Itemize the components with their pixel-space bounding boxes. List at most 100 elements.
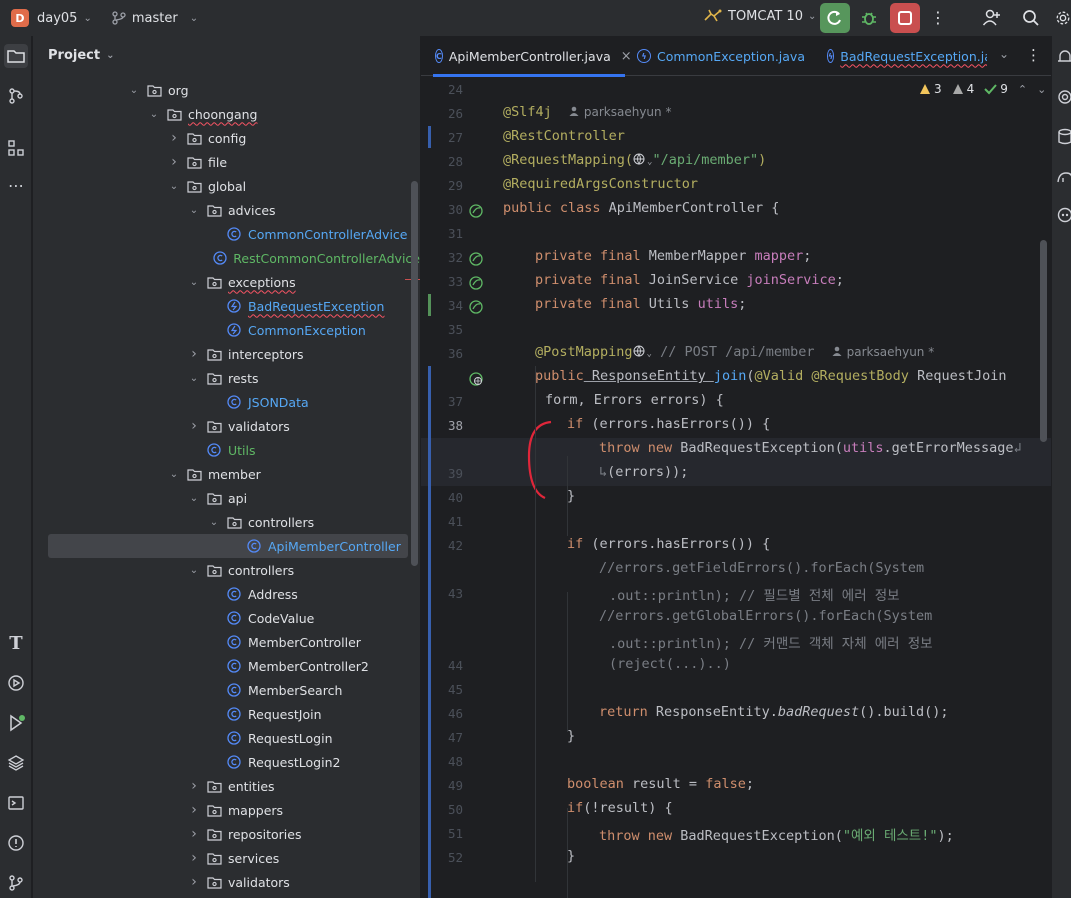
tree-package-row[interactable]: ⌄ global [33, 174, 420, 198]
chevron-up-icon[interactable]: ⌃ [1018, 83, 1027, 96]
tree-class-row[interactable]: ApiMemberController [48, 534, 408, 558]
tree-package-row[interactable]: › entities [33, 774, 420, 798]
vcs-change-marker[interactable] [428, 774, 431, 898]
tree-class-row[interactable]: RequestLogin [33, 726, 420, 750]
chevron-down-icon[interactable]: ⌄ [168, 181, 180, 192]
project-badge[interactable]: D [11, 9, 29, 27]
chevron-down-icon[interactable]: ⌄ [208, 517, 220, 528]
code-line[interactable]: //errors.getGlobalErrors().forEach(Syste… [599, 608, 932, 624]
code-line[interactable]: private final JoinService joinService; [535, 272, 844, 288]
code-line[interactable]: @RestController [503, 128, 625, 144]
more-tools-button[interactable]: ⋯ [4, 174, 28, 198]
rerun-button[interactable] [820, 3, 850, 33]
tree-class-row[interactable]: CodeValue [33, 606, 420, 630]
web-endpoint-icon[interactable] [468, 371, 484, 387]
weak-warnings-count[interactable]: 4 [952, 82, 974, 96]
code-line[interactable]: private final MemberMapper mapper; [535, 248, 811, 264]
spring-bean-icon[interactable] [468, 299, 484, 315]
chevron-down-icon[interactable]: ⌄ [188, 373, 200, 384]
code-line[interactable]: .out::println); // 커맨드 객체 자체 에러 정보 [609, 632, 933, 652]
tree-class-row[interactable]: CommonControllerAdvice [33, 222, 420, 246]
tree-package-row[interactable]: › services [33, 846, 420, 870]
tree-package-row[interactable]: ⌄ rests [33, 366, 420, 390]
code-line[interactable]: //errors.getFieldErrors().forEach(System [599, 560, 924, 576]
code-line[interactable]: boolean result = false; [567, 776, 754, 792]
database-button[interactable] [1056, 128, 1071, 146]
services-tool-button[interactable] [4, 671, 28, 695]
terminal-tool-button[interactable] [4, 791, 28, 815]
spring-bean-icon[interactable] [468, 275, 484, 291]
project-name[interactable]: day05 [37, 11, 77, 26]
chevron-down-icon[interactable]: ⌄ [188, 205, 200, 216]
tree-class-row[interactable]: Utils [33, 438, 420, 462]
search-button[interactable] [1019, 6, 1043, 30]
tree-package-row[interactable]: › mappers [33, 798, 420, 822]
code-line[interactable]: @RequiredArgsConstructor [503, 176, 698, 192]
tree-package-row[interactable]: ⌄ advices [33, 198, 420, 222]
chevron-down-icon[interactable]: ⌄ [148, 109, 160, 120]
vcs-change-marker[interactable] [428, 294, 431, 316]
copilot-button[interactable] [1056, 206, 1071, 224]
chevron-right-icon[interactable]: › [168, 130, 180, 146]
project-panel-header[interactable]: Project ⌄ [48, 48, 114, 63]
tree-package-row[interactable]: › validators [33, 870, 420, 894]
tree-package-row[interactable]: ⌄ api [33, 486, 420, 510]
tree-class-row[interactable]: Address [33, 582, 420, 606]
spring-bean-icon[interactable] [468, 251, 484, 267]
tab-common-exception[interactable]: ϟ CommonException.java [637, 36, 805, 76]
chevron-right-icon[interactable]: › [188, 850, 200, 866]
code-line[interactable]: } [567, 488, 575, 504]
chevron-down-icon[interactable]: ⌄ [188, 493, 200, 504]
tree-class-row[interactable]: RequestJoin [33, 702, 420, 726]
tree-class-row[interactable]: RestCommonControllerAdvice [33, 246, 420, 270]
notifications-button[interactable] [1056, 48, 1071, 66]
chevron-right-icon[interactable]: › [188, 778, 200, 794]
tree-package-row[interactable]: › repositories [33, 822, 420, 846]
chevron-down-icon[interactable]: ⌄ [188, 277, 200, 288]
code-line[interactable]: (reject(...)..) [609, 656, 731, 672]
project-scrollbar[interactable] [411, 181, 418, 566]
tree-package-row[interactable]: › interceptors [33, 342, 420, 366]
code-line[interactable]: } [567, 728, 575, 744]
tree-package-row[interactable]: › file [33, 150, 420, 174]
code-line[interactable]: public class ApiMemberController { [503, 200, 779, 216]
tree-package-row[interactable]: ⌄ exceptions [33, 270, 420, 294]
vcs-change-marker[interactable] [428, 126, 431, 148]
code-line[interactable]: if (errors.hasErrors()) { [567, 536, 770, 552]
tree-class-row[interactable]: MemberController2 [33, 654, 420, 678]
chevron-down-icon[interactable]: ⌄ [999, 47, 1009, 61]
code-line[interactable]: return ResponseEntity.badRequest().build… [599, 704, 949, 720]
problems-tool-button[interactable] [4, 831, 28, 855]
code-line[interactable]: } [567, 848, 575, 864]
vcs-change-marker[interactable] [428, 702, 431, 750]
tree-class-row[interactable]: BadRequestException [33, 294, 420, 318]
code-line[interactable]: private final Utils utils; [535, 296, 746, 312]
tree-package-row[interactable]: ⌄ member [33, 462, 420, 486]
chevron-down-icon[interactable]: ⌄ [1037, 83, 1046, 96]
branch-widget[interactable]: master ⌄ [112, 11, 198, 26]
project-tool-button[interactable] [4, 44, 28, 68]
typos-count[interactable]: 9 [984, 82, 1008, 96]
chevron-down-icon[interactable]: ⌄ [188, 565, 200, 576]
ai-assistant-button[interactable] [1056, 88, 1071, 106]
more-vertical-icon[interactable]: ⋮ [1026, 46, 1041, 64]
tree-class-row[interactable]: MemberSearch [33, 678, 420, 702]
chevron-right-icon[interactable]: › [168, 154, 180, 170]
run-tool-button[interactable] [4, 711, 28, 735]
chevron-down-icon[interactable]: ⌄ [128, 85, 140, 96]
tree-class-row[interactable]: MemberController [33, 630, 420, 654]
text-tool-button[interactable]: T [4, 631, 28, 655]
tab-bad-request-exception[interactable]: ϟ BadRequestException.java [827, 36, 987, 76]
code-line[interactable]: throw new BadRequestException("예외 테스트!")… [599, 824, 954, 844]
editor-scrollbar[interactable] [1040, 240, 1047, 442]
tree-package-row[interactable]: ⌄ choongang [33, 102, 420, 126]
tree-package-row[interactable]: ⌄ org [33, 78, 420, 102]
add-user-button[interactable] [980, 6, 1004, 30]
settings-button[interactable] [1055, 6, 1071, 30]
chevron-right-icon[interactable]: › [188, 346, 200, 362]
spring-bean-icon[interactable] [468, 203, 484, 219]
chevron-down-icon[interactable]: ⌄ [83, 13, 91, 24]
more-actions-button[interactable]: ⋮ [926, 6, 950, 30]
tree-class-row[interactable]: JSONData [33, 390, 420, 414]
code-line[interactable]: ↳(errors)); [599, 464, 688, 480]
